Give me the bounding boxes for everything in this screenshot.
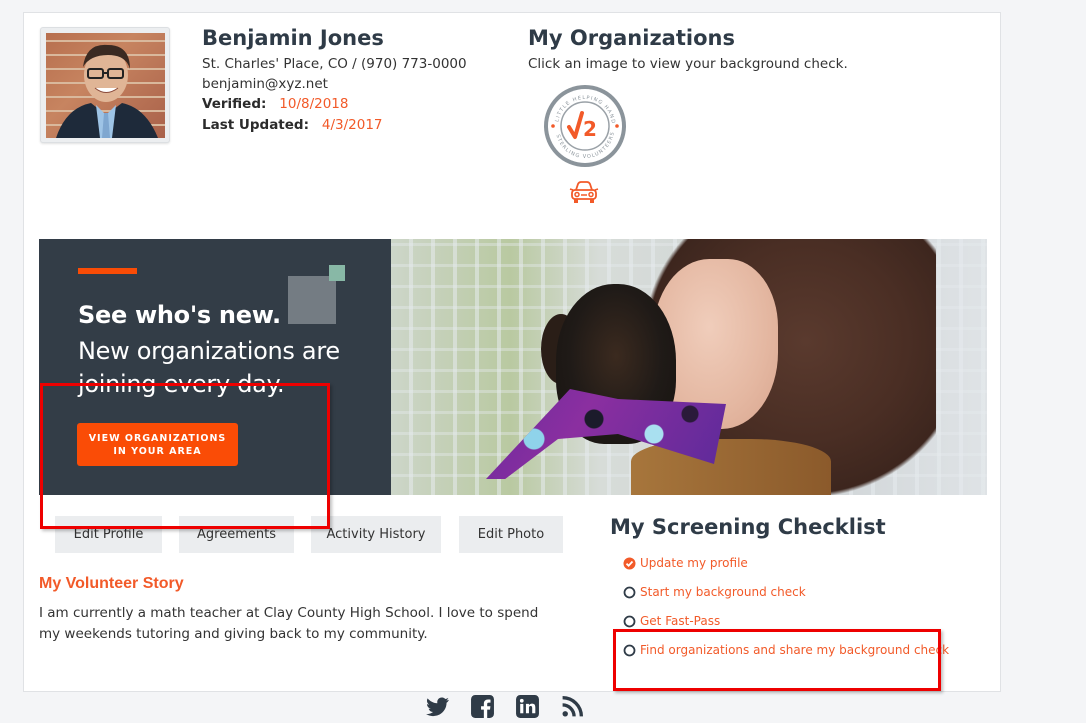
twitter-icon[interactable] <box>425 694 450 719</box>
checklist-item-find-organizations[interactable]: Find organizations and share my backgrou… <box>623 643 949 657</box>
empty-circle-icon <box>623 615 636 628</box>
avatar[interactable] <box>40 27 170 143</box>
empty-circle-icon <box>623 586 636 599</box>
decor-square-green <box>329 265 345 281</box>
last-updated-date: 4/3/2017 <box>321 117 383 133</box>
last-updated-row: Last Updated: 4/3/2017 <box>202 117 383 133</box>
profile-email: benjamin@xyz.net <box>202 76 328 92</box>
profile-card: Benjamin Jones St. Charles' Place, CO / … <box>23 12 1001 692</box>
verified-date: 10/8/2018 <box>279 96 349 112</box>
check-circle-icon <box>623 557 636 570</box>
svg-text:2: 2 <box>583 117 597 141</box>
person-photo-icon <box>56 44 158 138</box>
verified-label: Verified: <box>202 96 267 112</box>
profile-name: Benjamin Jones <box>202 26 384 50</box>
linkedin-icon[interactable] <box>515 694 540 719</box>
profile-location-phone: St. Charles' Place, CO / (970) 773-0000 <box>202 56 467 72</box>
social-links <box>425 694 585 719</box>
checklist-item-label: Start my background check <box>640 585 806 599</box>
facebook-icon[interactable] <box>470 694 495 719</box>
car-icon[interactable] <box>569 181 599 205</box>
banner-headline-bold: See who's new. <box>78 301 281 329</box>
decor-square-grey <box>288 276 336 324</box>
verified-row: Verified: 10/8/2018 <box>202 96 349 112</box>
rss-icon[interactable] <box>560 694 585 719</box>
checklist-item-update-profile[interactable]: Update my profile <box>623 556 748 570</box>
checklist-item-label: Update my profile <box>640 556 748 570</box>
checklist-item-label: Find organizations and share my backgrou… <box>640 643 950 657</box>
last-updated-label: Last Updated: <box>202 117 309 133</box>
organization-seal[interactable]: 2 LITTLE HELPING HANDS STERLING VOLUNTEE… <box>540 79 628 169</box>
checklist-item-background-check[interactable]: Start my background check <box>623 585 806 599</box>
banner-photo-woman-with-dog <box>391 239 987 495</box>
banner-accent-bar <box>78 268 137 274</box>
volunteer-story-title: My Volunteer Story <box>39 575 184 592</box>
profile-photo <box>46 33 165 138</box>
edit-profile-button[interactable]: Edit Profile <box>55 516 162 553</box>
edit-photo-button[interactable]: Edit Photo <box>459 516 563 553</box>
promo-banner: See who's new. New organizations are joi… <box>39 239 987 495</box>
organization-seal-icon: 2 LITTLE HELPING HANDS STERLING VOLUNTEE… <box>540 79 626 167</box>
banner-headline: New organizations are joining every day. <box>78 337 340 398</box>
volunteer-story-text: I am currently a math teacher at Clay Co… <box>39 605 539 642</box>
empty-circle-icon <box>623 644 636 657</box>
activity-history-button[interactable]: Activity History <box>311 516 441 553</box>
checklist-item-label: Get Fast-Pass <box>640 614 721 628</box>
organizations-title: My Organizations <box>528 26 735 50</box>
view-organizations-button[interactable]: VIEW ORGANIZATIONS IN YOUR AREA <box>77 423 238 466</box>
checklist-title: My Screening Checklist <box>610 515 886 539</box>
agreements-button[interactable]: Agreements <box>179 516 294 553</box>
organizations-subtitle: Click an image to view your background c… <box>528 56 848 72</box>
banner-text-panel: See who's new. New organizations are joi… <box>39 239 391 495</box>
checklist-item-fast-pass[interactable]: Get Fast-Pass <box>623 614 720 628</box>
